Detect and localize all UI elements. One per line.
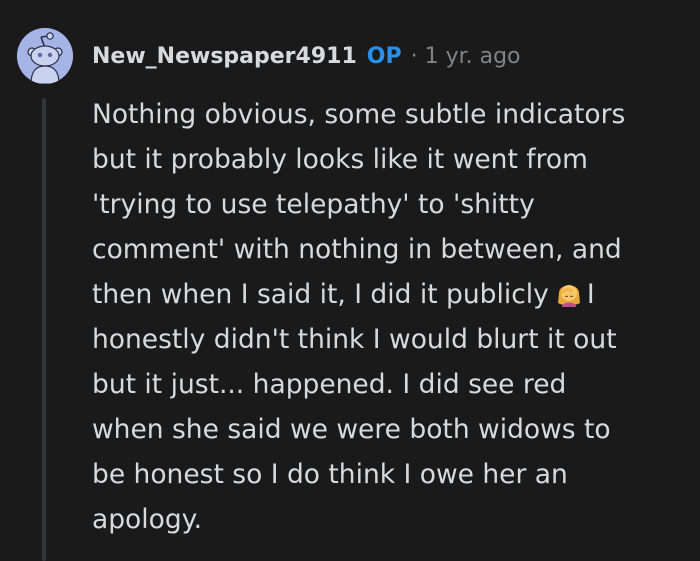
comment-line: be honest so I do think I owe her an xyxy=(92,459,568,490)
comment-line: 'trying to use telepathy' to 'shitty xyxy=(92,189,535,220)
comment-line-with-emoji: then when I said it, I did it publicly I xyxy=(92,272,682,317)
comment-meta: New_Newspaper4911 OP · 1 yr. ago xyxy=(92,38,521,74)
author-username[interactable]: New_Newspaper4911 xyxy=(92,44,357,69)
comment-line: honestly didn't think I would blurt it o… xyxy=(92,324,617,355)
comment-line: Nothing obvious, some subtle indicators xyxy=(92,99,626,130)
op-badge: OP xyxy=(366,43,402,69)
comment-line-text: then when I said it, I did it publicly xyxy=(92,279,549,310)
comment-line: when she said we were both widows to xyxy=(92,414,611,445)
comment-line: comment' with nothing in between, and xyxy=(92,234,622,265)
comment-line: but it just... happened. I did see red xyxy=(92,369,567,400)
woman-facepalming-emoji-icon xyxy=(555,276,583,307)
comment: New_Newspaper4911 OP · 1 yr. ago Nothing… xyxy=(0,0,700,561)
thread-collapse-line[interactable] xyxy=(42,98,46,561)
comment-body: Nothing obvious, some subtle indicators … xyxy=(92,92,682,542)
comment-line: but it probably looks like it went from xyxy=(92,144,588,175)
user-avatar[interactable] xyxy=(17,28,73,84)
comment-timestamp[interactable]: 1 yr. ago xyxy=(425,44,521,69)
comment-line: apology. xyxy=(92,504,202,535)
meta-separator: · xyxy=(410,43,418,69)
reddit-snoo-avatar-icon xyxy=(17,28,73,84)
comment-line-text: I xyxy=(586,279,595,310)
